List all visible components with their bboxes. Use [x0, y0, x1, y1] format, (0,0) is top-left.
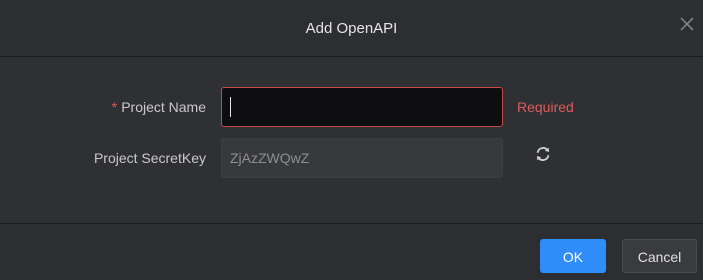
project-name-error: Required: [517, 99, 574, 115]
required-marker: *: [111, 99, 118, 115]
close-icon[interactable]: [677, 14, 697, 34]
dialog-header: Add OpenAPI: [0, 0, 703, 57]
refresh-icon[interactable]: [534, 145, 552, 163]
dialog-body: * Project Name Required Project SecretKey: [0, 57, 703, 223]
secret-key-label: Project SecretKey: [93, 150, 206, 166]
dialog-title: Add OpenAPI: [305, 20, 398, 37]
project-name-input[interactable]: [221, 87, 503, 127]
text-caret: [230, 97, 231, 117]
secret-key-input[interactable]: [221, 138, 503, 178]
project-name-label: * Project Name: [112, 97, 206, 117]
cancel-button[interactable]: Cancel: [622, 239, 697, 273]
project-name-label-text: Project Name: [121, 99, 206, 115]
dialog-footer: OK Cancel: [0, 223, 703, 280]
ok-button[interactable]: OK: [540, 239, 606, 273]
add-openapi-dialog: Add OpenAPI * Project Name Required Proje…: [0, 0, 703, 280]
